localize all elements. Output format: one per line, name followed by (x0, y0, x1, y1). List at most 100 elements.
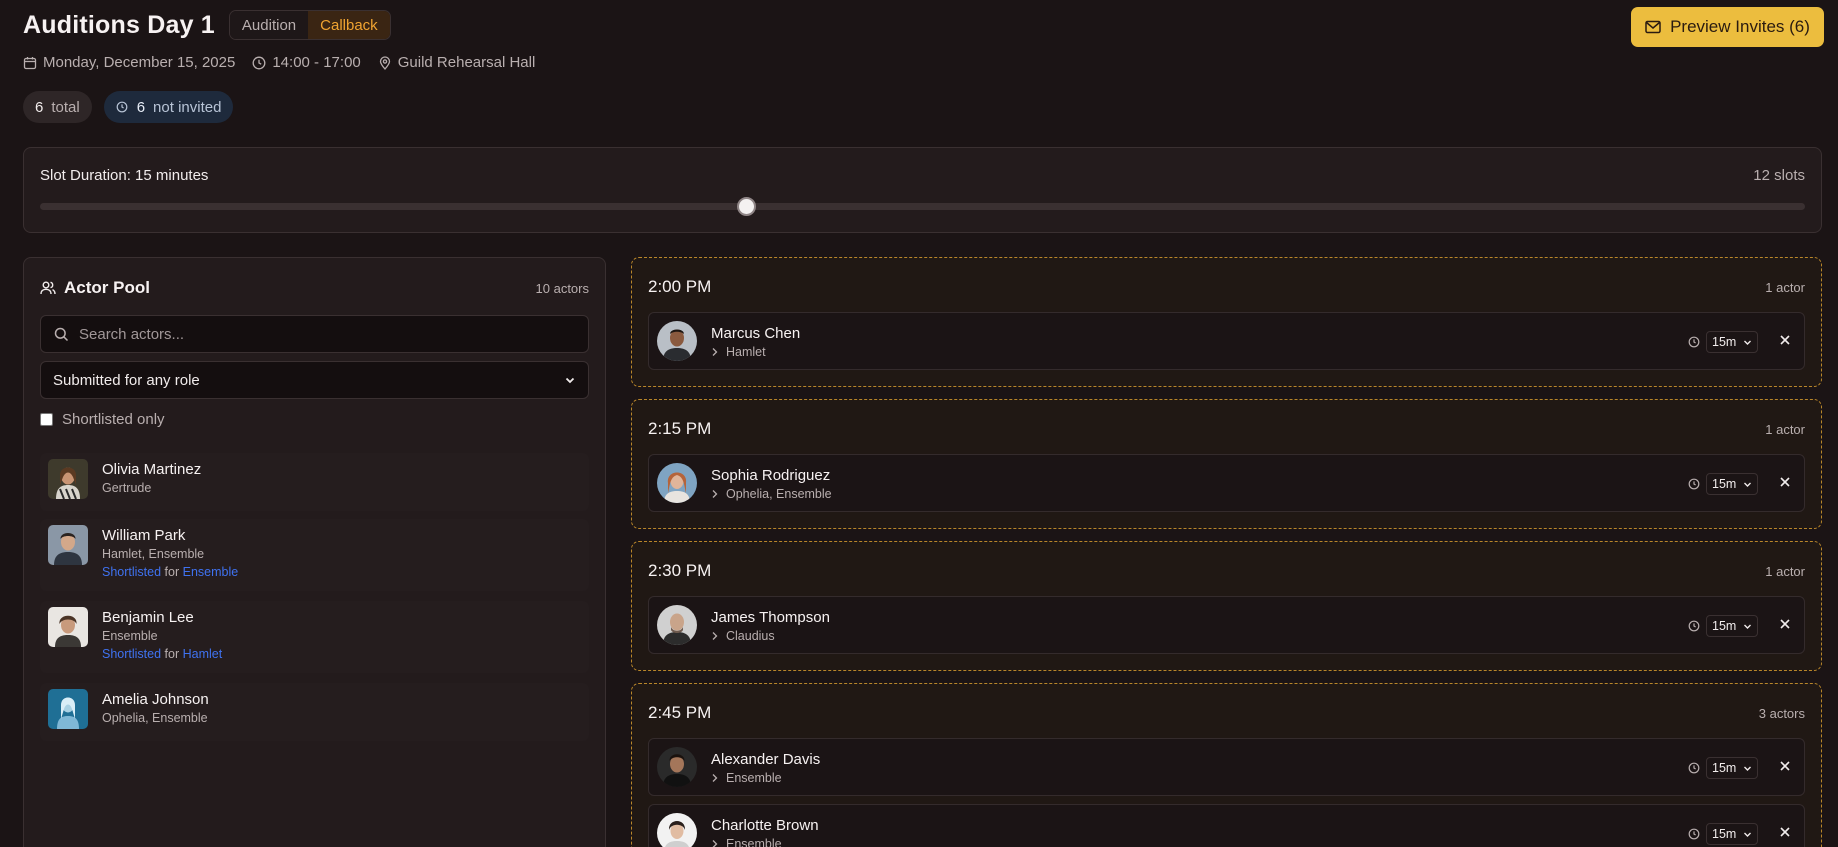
remove-actor-close-icon[interactable] (1778, 333, 1792, 347)
booked-actor-name: Sophia Rodriguez (711, 467, 831, 484)
shortlist-for-word: for (164, 565, 180, 579)
duration-value: 15m (1712, 619, 1737, 633)
event-time-text: 14:00 - 17:00 (272, 54, 361, 71)
remove-actor-close-icon[interactable] (1778, 759, 1792, 773)
booked-actor[interactable]: James Thompson Claudius 15m (648, 596, 1805, 654)
event-date-text: Monday, December 15, 2025 (43, 54, 236, 71)
chevron-down-icon (1744, 832, 1751, 837)
actor-name: Benjamin Lee (102, 609, 194, 626)
users-icon (40, 281, 56, 295)
duration-control: 15m (1688, 473, 1758, 495)
slot-time: 2:15 PM (648, 419, 712, 438)
time-slot[interactable]: 2:15 PM 1 actor Sophia Rodriguez Ophelia… (631, 399, 1822, 529)
search-icon (54, 327, 69, 341)
clock-icon (252, 56, 266, 69)
time-slot[interactable]: 2:30 PM 1 actor James Thompson Claudius … (631, 541, 1822, 671)
slot-actor-count: 3 actors (1758, 706, 1805, 721)
slot-actor-count: 1 actor (1765, 280, 1805, 295)
actor-list-item[interactable]: Benjamin Lee Ensemble Shortlisted for Ha… (40, 601, 589, 673)
chevron-down-icon (565, 377, 575, 384)
time-slot[interactable]: 2:45 PM 3 actors Alexander Davis Ensembl… (631, 683, 1822, 847)
actor-list-item[interactable]: William Park Hamlet, Ensemble Shortliste… (40, 519, 589, 591)
duration-select[interactable]: 15m (1706, 473, 1758, 495)
booked-actor[interactable]: Marcus Chen Hamlet 15m (648, 312, 1805, 370)
actor-name: William Park (102, 527, 186, 544)
duration-select[interactable]: 15m (1706, 757, 1758, 779)
search-placeholder: Search actors... (79, 325, 185, 343)
actor-list-item[interactable]: Olivia Martinez Gertrude (40, 453, 589, 511)
slot-duration-slider[interactable] (40, 197, 1805, 216)
actor-pool-panel: Actor Pool 10 actors Search actors... Su… (23, 257, 606, 847)
actor-list-item[interactable]: Amelia Johnson Ophelia, Ensemble (40, 683, 589, 741)
duration-select[interactable]: 15m (1706, 823, 1758, 845)
avatar (657, 605, 697, 645)
booked-actor-name: Marcus Chen (711, 325, 801, 342)
chevron-down-icon (1744, 340, 1751, 345)
chevron-right-icon (712, 774, 718, 782)
remove-actor-close-icon[interactable] (1778, 617, 1792, 631)
shortlisted-only-checkbox[interactable] (40, 413, 53, 426)
shortlist-note: Shortlisted for Hamlet (102, 647, 222, 661)
clock-icon (1688, 620, 1700, 632)
booked-actor[interactable]: Sophia Rodriguez Ophelia, Ensemble 15m (648, 454, 1805, 512)
map-pin-icon (379, 55, 390, 70)
preview-invites-button[interactable]: Preview Invites (6) (1631, 7, 1824, 47)
duration-control: 15m (1688, 331, 1758, 353)
total-label: total (51, 98, 80, 116)
not-invited-label: not invited (153, 98, 222, 116)
booked-actor[interactable]: Alexander Davis Ensemble 15m (648, 738, 1805, 796)
clock-icon (1688, 828, 1700, 840)
avatar (48, 607, 88, 647)
time-slot[interactable]: 2:00 PM 1 actor Marcus Chen Hamlet 15m (631, 257, 1822, 387)
event-time: 14:00 - 17:00 (252, 54, 361, 71)
actor-pool-count: 10 actors (535, 280, 589, 296)
role-filter-select[interactable]: Submitted for any role (40, 361, 589, 399)
not-invited-count: 6 (136, 98, 146, 116)
chevron-right-icon (712, 490, 718, 498)
avatar (48, 525, 88, 565)
duration-select[interactable]: 15m (1706, 331, 1758, 353)
event-location: Guild Rehearsal Hall (378, 54, 535, 71)
calendar-icon (23, 56, 37, 69)
chevron-down-icon (1744, 482, 1751, 487)
booked-actor-role-text: Hamlet (726, 345, 766, 359)
duration-select[interactable]: 15m (1706, 615, 1758, 637)
chevron-right-icon (712, 840, 718, 847)
booked-actor-role-text: Claudius (726, 629, 775, 643)
not-invited-badge: 6 not invited (103, 91, 234, 123)
role-filter-value: Submitted for any role (53, 371, 200, 389)
chevron-down-icon (1744, 766, 1751, 771)
chevron-down-icon (1744, 624, 1751, 629)
actor-roles: Ophelia, Ensemble (102, 711, 208, 725)
booked-actor-role: Claudius (711, 629, 775, 643)
stats-pills: 6 total 6 not invited (23, 91, 245, 123)
avatar (48, 689, 88, 729)
shortlisted-role: Hamlet (182, 647, 223, 661)
booked-actor-role: Hamlet (711, 345, 766, 359)
clock-icon (1688, 478, 1700, 490)
callback-mode-button[interactable]: Callback (308, 11, 390, 39)
booked-actor-name: Charlotte Brown (711, 817, 819, 834)
booked-actor[interactable]: Charlotte Brown Ensemble 15m (648, 804, 1805, 847)
remove-actor-close-icon[interactable] (1778, 475, 1792, 489)
total-count: 6 (35, 98, 44, 116)
shortlisted-role: Ensemble (182, 565, 239, 579)
avatar (48, 459, 88, 499)
slot-duration-label: Slot Duration: 15 minutes (40, 167, 209, 184)
slot-actor-count: 1 actor (1765, 564, 1805, 579)
audition-mode-button[interactable]: Audition (229, 11, 309, 39)
shortlist-note: Shortlisted for Ensemble (102, 565, 238, 579)
actor-roles: Ensemble (102, 629, 158, 643)
slot-count: 12 slots (1753, 167, 1805, 184)
remove-actor-close-icon[interactable] (1778, 825, 1792, 839)
duration-value: 15m (1712, 477, 1737, 491)
booked-actor-role-text: Ensemble (726, 837, 782, 847)
chevron-right-icon (712, 632, 718, 640)
slot-duration-card: Slot Duration: 15 minutes 12 slots (23, 147, 1822, 233)
booked-actor-name: James Thompson (711, 609, 830, 626)
search-input[interactable]: Search actors... (40, 315, 589, 353)
shortlisted-only-label: Shortlisted only (62, 411, 165, 428)
slider-thumb[interactable] (737, 197, 756, 216)
avatar (657, 813, 697, 847)
duration-control: 15m (1688, 757, 1758, 779)
